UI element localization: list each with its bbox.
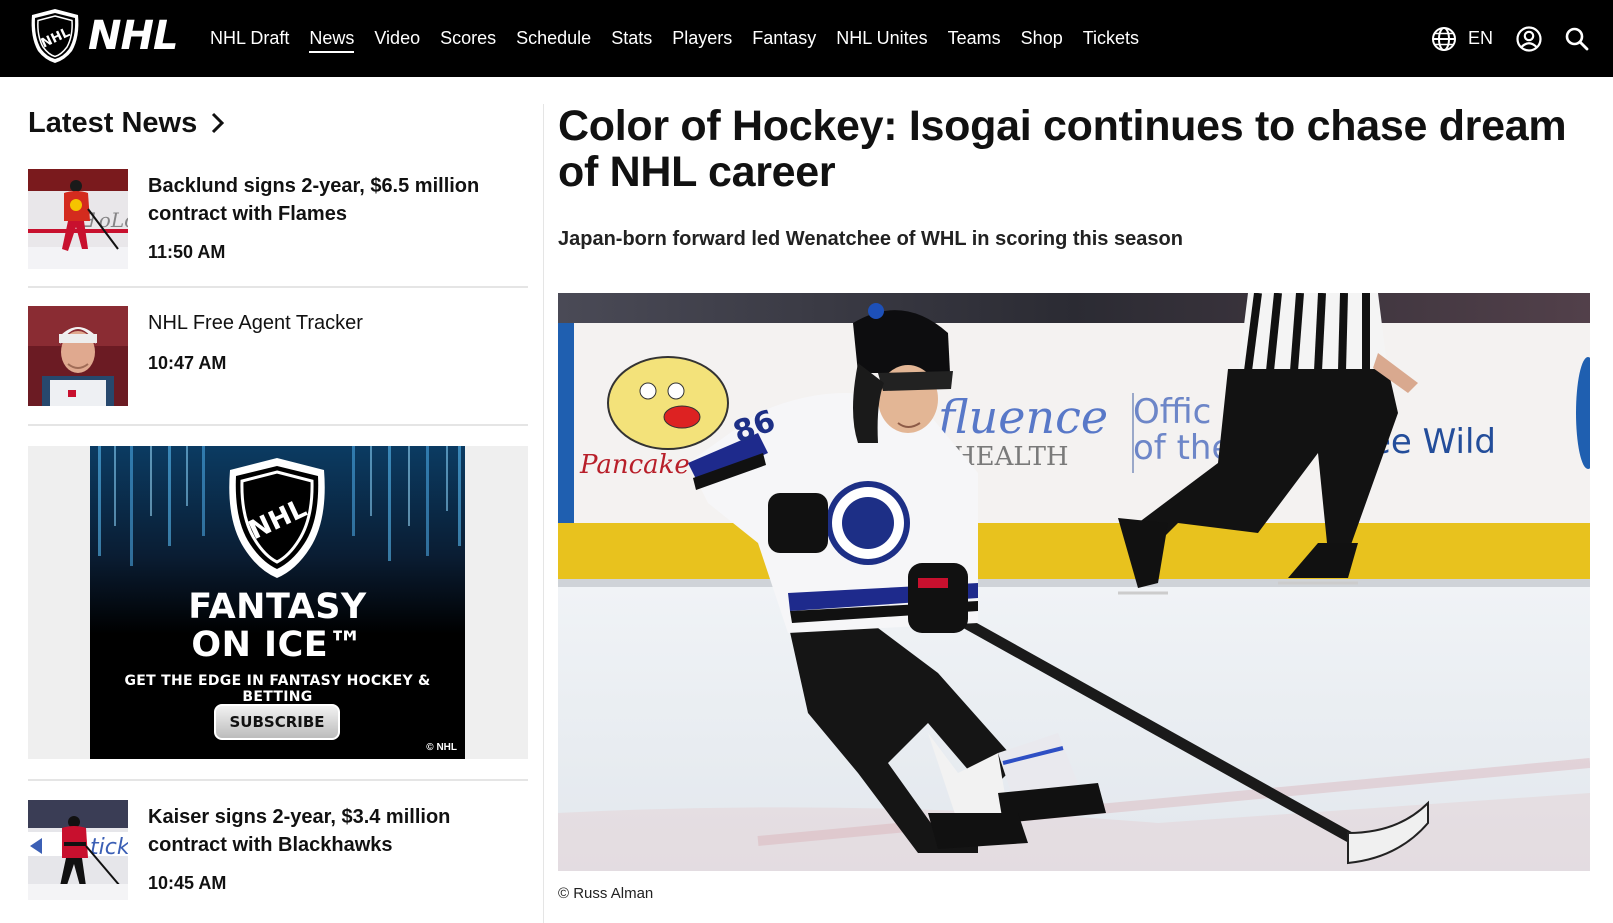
language-selector[interactable]: EN bbox=[1430, 25, 1493, 53]
svg-text:fluence: fluence bbox=[935, 390, 1108, 444]
language-label: EN bbox=[1467, 28, 1493, 48]
chevron-right-icon bbox=[212, 112, 225, 134]
story-time: 11:50 AM bbox=[148, 242, 226, 262]
nav-item-nhl-unites[interactable]: NHL Unites bbox=[836, 0, 927, 77]
article-hero-image: fluence HEALTH Offic of the ee Wild Panc… bbox=[558, 293, 1590, 871]
globe-icon bbox=[1431, 26, 1456, 51]
nav-item-stats[interactable]: Stats bbox=[611, 0, 652, 77]
ad-title-line-1: FANTASY bbox=[188, 587, 367, 627]
advertisement-container: NHL FANTASY ON ICE™ GET THE EDGE IN FANT… bbox=[28, 446, 528, 759]
story-time: 10:45 AM bbox=[148, 873, 227, 893]
nav-item-nhl-draft[interactable]: NHL Draft bbox=[210, 0, 289, 77]
nhl-logo[interactable]: NHL NHL bbox=[28, 7, 178, 65]
top-nav-bar: NHL NHL NHL Draft News Video Scores Sche… bbox=[0, 0, 1613, 77]
latest-news-heading[interactable]: Latest News bbox=[28, 77, 528, 169]
nav-item-news[interactable]: News bbox=[309, 0, 355, 77]
latest-news-title: Latest News bbox=[28, 106, 198, 139]
ad-copyright: © NHL bbox=[426, 742, 457, 753]
svg-text:of the: of the bbox=[1133, 428, 1232, 468]
nav-item-video[interactable]: Video bbox=[374, 0, 420, 77]
divider bbox=[28, 779, 528, 781]
article: Color of Hockey: Isogai continues to cha… bbox=[558, 77, 1590, 902]
story-thumbnail: ᗺ oLc bbox=[28, 169, 128, 269]
news-story-kaiser[interactable]: tick Kaiser signs 2-year, $3.4 million c… bbox=[28, 800, 528, 921]
nhl-shield-icon: NHL bbox=[31, 9, 79, 63]
story-thumbnail: tick bbox=[28, 800, 128, 900]
main-nav: NHL Draft News Video Scores Schedule Sta… bbox=[210, 0, 1159, 77]
fantasy-on-ice-ad[interactable]: NHL FANTASY ON ICE™ GET THE EDGE IN FANT… bbox=[90, 446, 465, 759]
nav-item-scores[interactable]: Scores bbox=[440, 0, 496, 77]
nav-item-fantasy[interactable]: Fantasy bbox=[752, 0, 816, 77]
photo-credit: © Russ Alman bbox=[558, 885, 654, 902]
nhl-wordmark: NHL bbox=[88, 13, 178, 59]
nhl-shield-icon: NHL bbox=[229, 458, 325, 578]
nav-item-tickets[interactable]: Tickets bbox=[1083, 0, 1139, 77]
ad-tagline: GET THE EDGE IN FANTASY HOCKEY & BETTING bbox=[124, 673, 431, 705]
story-title: NHL Free Agent Tracker bbox=[148, 312, 363, 334]
news-story-backlund[interactable]: ᗺ oLc Backlund signs 2-year, $6.5 millio… bbox=[28, 169, 528, 290]
hockey-player-photo: fluence HEALTH Offic of the ee Wild Panc… bbox=[558, 293, 1590, 871]
latest-news-sidebar: Latest News ᗺ oLc Backlund signs 2-year,… bbox=[28, 77, 528, 921]
divider bbox=[28, 424, 528, 426]
column-divider bbox=[543, 104, 544, 923]
nav-item-shop[interactable]: Shop bbox=[1021, 0, 1063, 77]
nav-item-players[interactable]: Players bbox=[672, 0, 732, 77]
story-title: Backlund signs 2-year, $6.5 million cont… bbox=[148, 175, 480, 225]
story-title: Kaiser signs 2-year, $3.4 million contra… bbox=[148, 806, 451, 856]
story-time: 10:47 AM bbox=[148, 353, 227, 373]
ad-title: FANTASY ON ICE™ bbox=[90, 588, 465, 664]
account-icon[interactable] bbox=[1515, 25, 1543, 53]
story-thumbnail bbox=[28, 306, 128, 406]
svg-text:Offic: Offic bbox=[1133, 392, 1211, 432]
search-icon[interactable] bbox=[1563, 25, 1591, 53]
nav-item-teams[interactable]: Teams bbox=[948, 0, 1001, 77]
article-subhead: Japan-born forward led Wenatchee of WHL … bbox=[558, 228, 1183, 250]
news-story-free-agent-tracker[interactable]: NHL Free Agent Tracker 10:47 AM bbox=[28, 306, 528, 424]
divider bbox=[28, 286, 528, 288]
subscribe-button[interactable]: SUBSCRIBE bbox=[214, 704, 340, 740]
svg-text:Pancake: Pancake bbox=[579, 450, 690, 480]
nav-utilities: EN bbox=[1430, 0, 1591, 77]
ad-title-line-2: ON ICE™ bbox=[191, 625, 364, 665]
article-headline: Color of Hockey: Isogai continues to cha… bbox=[558, 102, 1567, 196]
nav-item-schedule[interactable]: Schedule bbox=[516, 0, 591, 77]
